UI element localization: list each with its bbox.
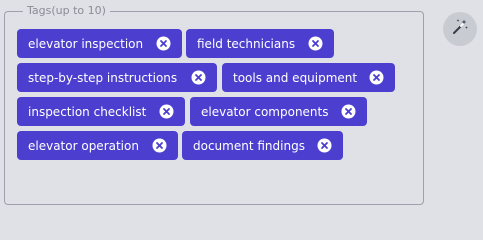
- tag-label: document findings: [193, 138, 305, 153]
- remove-tag-icon[interactable]: [191, 70, 206, 85]
- remove-tag-icon[interactable]: [156, 36, 171, 51]
- tag-chip-elevator-inspection[interactable]: elevator inspection: [17, 29, 182, 58]
- tag-label: elevator operation: [28, 138, 139, 153]
- tag-label: field technicians: [197, 36, 296, 51]
- tag-label: step-by-step instructions: [28, 70, 178, 85]
- remove-tag-icon[interactable]: [317, 138, 332, 153]
- tag-chip-elevator-operation[interactable]: elevator operation: [17, 131, 178, 160]
- tag-chip-step-by-step-instructions[interactable]: step-by-step instructions: [17, 63, 217, 92]
- remove-tag-icon[interactable]: [308, 36, 323, 51]
- tag-chip-field-technicians[interactable]: field technicians: [186, 29, 334, 58]
- remove-tag-icon[interactable]: [159, 104, 174, 119]
- tag-label: elevator components: [201, 104, 329, 119]
- tag-label: elevator inspection: [28, 36, 144, 51]
- tag-chip-document-findings[interactable]: document findings: [182, 131, 343, 160]
- tag-chip-elevator-components[interactable]: elevator components: [190, 97, 367, 126]
- magic-tags-button[interactable]: [443, 12, 477, 46]
- tag-chip-inspection-checklist[interactable]: inspection checklist: [17, 97, 185, 126]
- tags-legend: Tags(up to 10): [23, 4, 110, 18]
- tag-chip-tools-and-equipment[interactable]: tools and equipment: [222, 63, 395, 92]
- magic-wand-icon: [451, 18, 469, 40]
- remove-tag-icon[interactable]: [152, 138, 167, 153]
- tag-label: tools and equipment: [233, 70, 358, 85]
- tag-label: inspection checklist: [28, 104, 147, 119]
- remove-tag-icon[interactable]: [369, 70, 384, 85]
- remove-tag-icon[interactable]: [341, 104, 356, 119]
